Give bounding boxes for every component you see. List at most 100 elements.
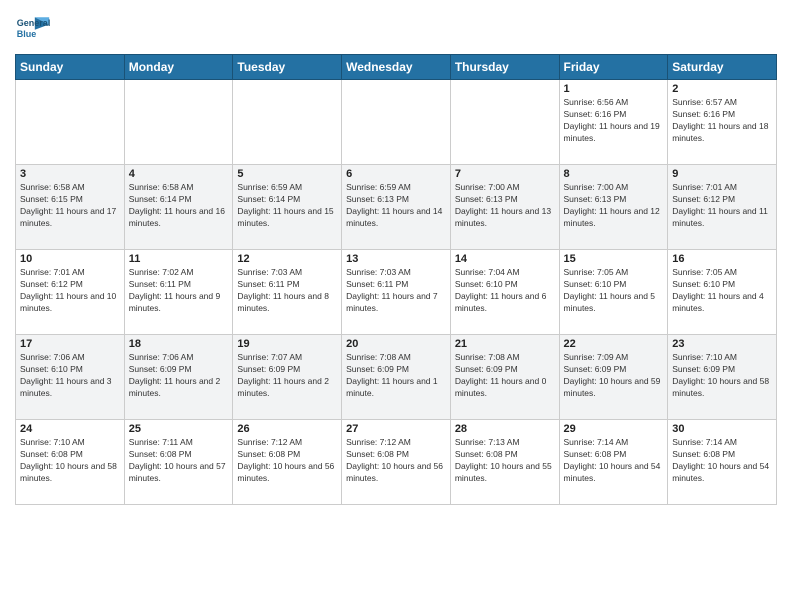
day-number-5: 5 — [237, 168, 337, 180]
day-info-11: Sunrise: 7:02 AMSunset: 6:11 PMDaylight:… — [129, 267, 229, 315]
day-cell-23: 23 Sunrise: 7:10 AMSunset: 6:09 PMDayligh… — [668, 335, 777, 420]
day-cell-19: 19Sunrise: 7:07 AMSunset: 6:09 PMDayligh… — [233, 335, 342, 420]
week-row-5: 24 Sunrise: 7:10 AMSunset: 6:08 PMDayligh… — [16, 420, 777, 505]
day-info-8: Sunrise: 7:00 AMSunset: 6:13 PMDaylight:… — [564, 182, 664, 230]
day-number-20: 20 — [346, 338, 446, 350]
day-info-27: Sunrise: 7:12 AMSunset: 6:08 PMDaylight:… — [346, 437, 446, 485]
weekday-header-saturday: Saturday — [668, 55, 777, 80]
day-info-24: Sunrise: 7:10 AMSunset: 6:08 PMDaylight:… — [20, 437, 120, 485]
day-info-6: Sunrise: 6:59 AMSunset: 6:13 PMDaylight:… — [346, 182, 446, 230]
day-number-13: 13 — [346, 253, 446, 265]
day-number-23: 23 — [672, 338, 772, 350]
day-info-16: Sunrise: 7:05 AMSunset: 6:10 PMDaylight:… — [672, 267, 772, 315]
day-number-12: 12 — [237, 253, 337, 265]
day-info-28: Sunrise: 7:13 AMSunset: 6:08 PMDaylight:… — [455, 437, 555, 485]
day-number-3: 3 — [20, 168, 120, 180]
day-cell-28: 28 Sunrise: 7:13 AMSunset: 6:08 PMDayligh… — [450, 420, 559, 505]
day-cell-26: 26 Sunrise: 7:12 AMSunset: 6:08 PMDayligh… — [233, 420, 342, 505]
day-info-13: Sunrise: 7:03 AMSunset: 6:11 PMDaylight:… — [346, 267, 446, 315]
day-info-7: Sunrise: 7:00 AMSunset: 6:13 PMDaylight:… — [455, 182, 555, 230]
day-info-12: Sunrise: 7:03 AMSunset: 6:11 PMDaylight:… — [237, 267, 337, 315]
day-info-18: Sunrise: 7:06 AMSunset: 6:09 PMDaylight:… — [129, 352, 229, 400]
day-number-17: 17 — [20, 338, 120, 350]
day-cell-21: 21 Sunrise: 7:08 AMSunset: 6:09 PMDayligh… — [450, 335, 559, 420]
logo: General Blue — [15, 10, 51, 46]
day-info-1: Sunrise: 6:56 AMSunset: 6:16 PMDaylight:… — [564, 97, 664, 145]
empty-cell — [16, 80, 125, 165]
day-number-10: 10 — [20, 253, 120, 265]
day-info-26: Sunrise: 7:12 AMSunset: 6:08 PMDaylight:… — [237, 437, 337, 485]
day-number-2: 2 — [672, 83, 772, 95]
day-number-29: 29 — [564, 423, 664, 435]
day-number-8: 8 — [564, 168, 664, 180]
weekday-header-sunday: Sunday — [16, 55, 125, 80]
day-info-22: Sunrise: 7:09 AMSunset: 6:09 PMDaylight:… — [564, 352, 664, 400]
weekday-header-wednesday: Wednesday — [342, 55, 451, 80]
day-number-15: 15 — [564, 253, 664, 265]
day-cell-1: 1 Sunrise: 6:56 AMSunset: 6:16 PMDaylight… — [559, 80, 668, 165]
day-number-24: 24 — [20, 423, 120, 435]
day-cell-6: 6 Sunrise: 6:59 AMSunset: 6:13 PMDaylight… — [342, 165, 451, 250]
empty-cell — [233, 80, 342, 165]
day-info-19: Sunrise: 7:07 AMSunset: 6:09 PMDaylight:… — [237, 352, 337, 400]
day-info-3: Sunrise: 6:58 AMSunset: 6:15 PMDaylight:… — [20, 182, 120, 230]
day-number-1: 1 — [564, 83, 664, 95]
svg-text:Blue: Blue — [17, 29, 37, 39]
day-number-16: 16 — [672, 253, 772, 265]
day-cell-7: 7 Sunrise: 7:00 AMSunset: 6:13 PMDaylight… — [450, 165, 559, 250]
day-cell-15: 15 Sunrise: 7:05 AMSunset: 6:10 PMDayligh… — [559, 250, 668, 335]
page: General Blue SundayMondayTuesdayWednesda… — [0, 0, 792, 612]
day-info-21: Sunrise: 7:08 AMSunset: 6:09 PMDaylight:… — [455, 352, 555, 400]
weekday-header-tuesday: Tuesday — [233, 55, 342, 80]
day-number-26: 26 — [237, 423, 337, 435]
week-row-1: 1 Sunrise: 6:56 AMSunset: 6:16 PMDaylight… — [16, 80, 777, 165]
week-row-2: 3 Sunrise: 6:58 AMSunset: 6:15 PMDaylight… — [16, 165, 777, 250]
week-row-3: 10 Sunrise: 7:01 AMSunset: 6:12 PMDayligh… — [16, 250, 777, 335]
day-number-7: 7 — [455, 168, 555, 180]
day-info-14: Sunrise: 7:04 AMSunset: 6:10 PMDaylight:… — [455, 267, 555, 315]
header: General Blue — [15, 10, 777, 46]
day-cell-14: 14Sunrise: 7:04 AMSunset: 6:10 PMDayligh… — [450, 250, 559, 335]
day-cell-12: 12 Sunrise: 7:03 AMSunset: 6:11 PMDayligh… — [233, 250, 342, 335]
empty-cell — [450, 80, 559, 165]
day-cell-9: 9Sunrise: 7:01 AMSunset: 6:12 PMDaylight… — [668, 165, 777, 250]
week-row-4: 17 Sunrise: 7:06 AMSunset: 6:10 PMDayligh… — [16, 335, 777, 420]
day-cell-25: 25 Sunrise: 7:11 AMSunset: 6:08 PMDayligh… — [124, 420, 233, 505]
day-cell-17: 17 Sunrise: 7:06 AMSunset: 6:10 PMDayligh… — [16, 335, 125, 420]
day-cell-18: 18 Sunrise: 7:06 AMSunset: 6:09 PMDayligh… — [124, 335, 233, 420]
day-number-4: 4 — [129, 168, 229, 180]
day-cell-3: 3 Sunrise: 6:58 AMSunset: 6:15 PMDaylight… — [16, 165, 125, 250]
day-number-11: 11 — [129, 253, 229, 265]
day-info-10: Sunrise: 7:01 AMSunset: 6:12 PMDaylight:… — [20, 267, 120, 315]
day-number-22: 22 — [564, 338, 664, 350]
day-number-25: 25 — [129, 423, 229, 435]
day-info-20: Sunrise: 7:08 AMSunset: 6:09 PMDaylight:… — [346, 352, 446, 400]
day-cell-13: 13 Sunrise: 7:03 AMSunset: 6:11 PMDayligh… — [342, 250, 451, 335]
day-number-28: 28 — [455, 423, 555, 435]
day-info-29: Sunrise: 7:14 AMSunset: 6:08 PMDaylight:… — [564, 437, 664, 485]
calendar: SundayMondayTuesdayWednesdayThursdayFrid… — [15, 54, 777, 505]
day-info-23: Sunrise: 7:10 AMSunset: 6:09 PMDaylight:… — [672, 352, 772, 400]
weekday-header-row: SundayMondayTuesdayWednesdayThursdayFrid… — [16, 55, 777, 80]
day-cell-20: 20 Sunrise: 7:08 AMSunset: 6:09 PMDayligh… — [342, 335, 451, 420]
day-cell-5: 5Sunrise: 6:59 AMSunset: 6:14 PMDaylight… — [233, 165, 342, 250]
empty-cell — [342, 80, 451, 165]
weekday-header-thursday: Thursday — [450, 55, 559, 80]
day-cell-22: 22 Sunrise: 7:09 AMSunset: 6:09 PMDayligh… — [559, 335, 668, 420]
svg-text:General: General — [17, 18, 51, 28]
day-info-17: Sunrise: 7:06 AMSunset: 6:10 PMDaylight:… — [20, 352, 120, 400]
day-info-15: Sunrise: 7:05 AMSunset: 6:10 PMDaylight:… — [564, 267, 664, 315]
weekday-header-friday: Friday — [559, 55, 668, 80]
day-cell-30: 30Sunrise: 7:14 AMSunset: 6:08 PMDayligh… — [668, 420, 777, 505]
day-cell-4: 4 Sunrise: 6:58 AMSunset: 6:14 PMDaylight… — [124, 165, 233, 250]
day-info-9: Sunrise: 7:01 AMSunset: 6:12 PMDaylight:… — [672, 182, 772, 230]
day-info-4: Sunrise: 6:58 AMSunset: 6:14 PMDaylight:… — [129, 182, 229, 230]
day-cell-24: 24 Sunrise: 7:10 AMSunset: 6:08 PMDayligh… — [16, 420, 125, 505]
day-number-21: 21 — [455, 338, 555, 350]
logo-icon: General Blue — [15, 10, 51, 46]
day-number-18: 18 — [129, 338, 229, 350]
day-number-27: 27 — [346, 423, 446, 435]
day-cell-2: 2Sunrise: 6:57 AMSunset: 6:16 PMDaylight… — [668, 80, 777, 165]
day-info-25: Sunrise: 7:11 AMSunset: 6:08 PMDaylight:… — [129, 437, 229, 485]
day-number-6: 6 — [346, 168, 446, 180]
